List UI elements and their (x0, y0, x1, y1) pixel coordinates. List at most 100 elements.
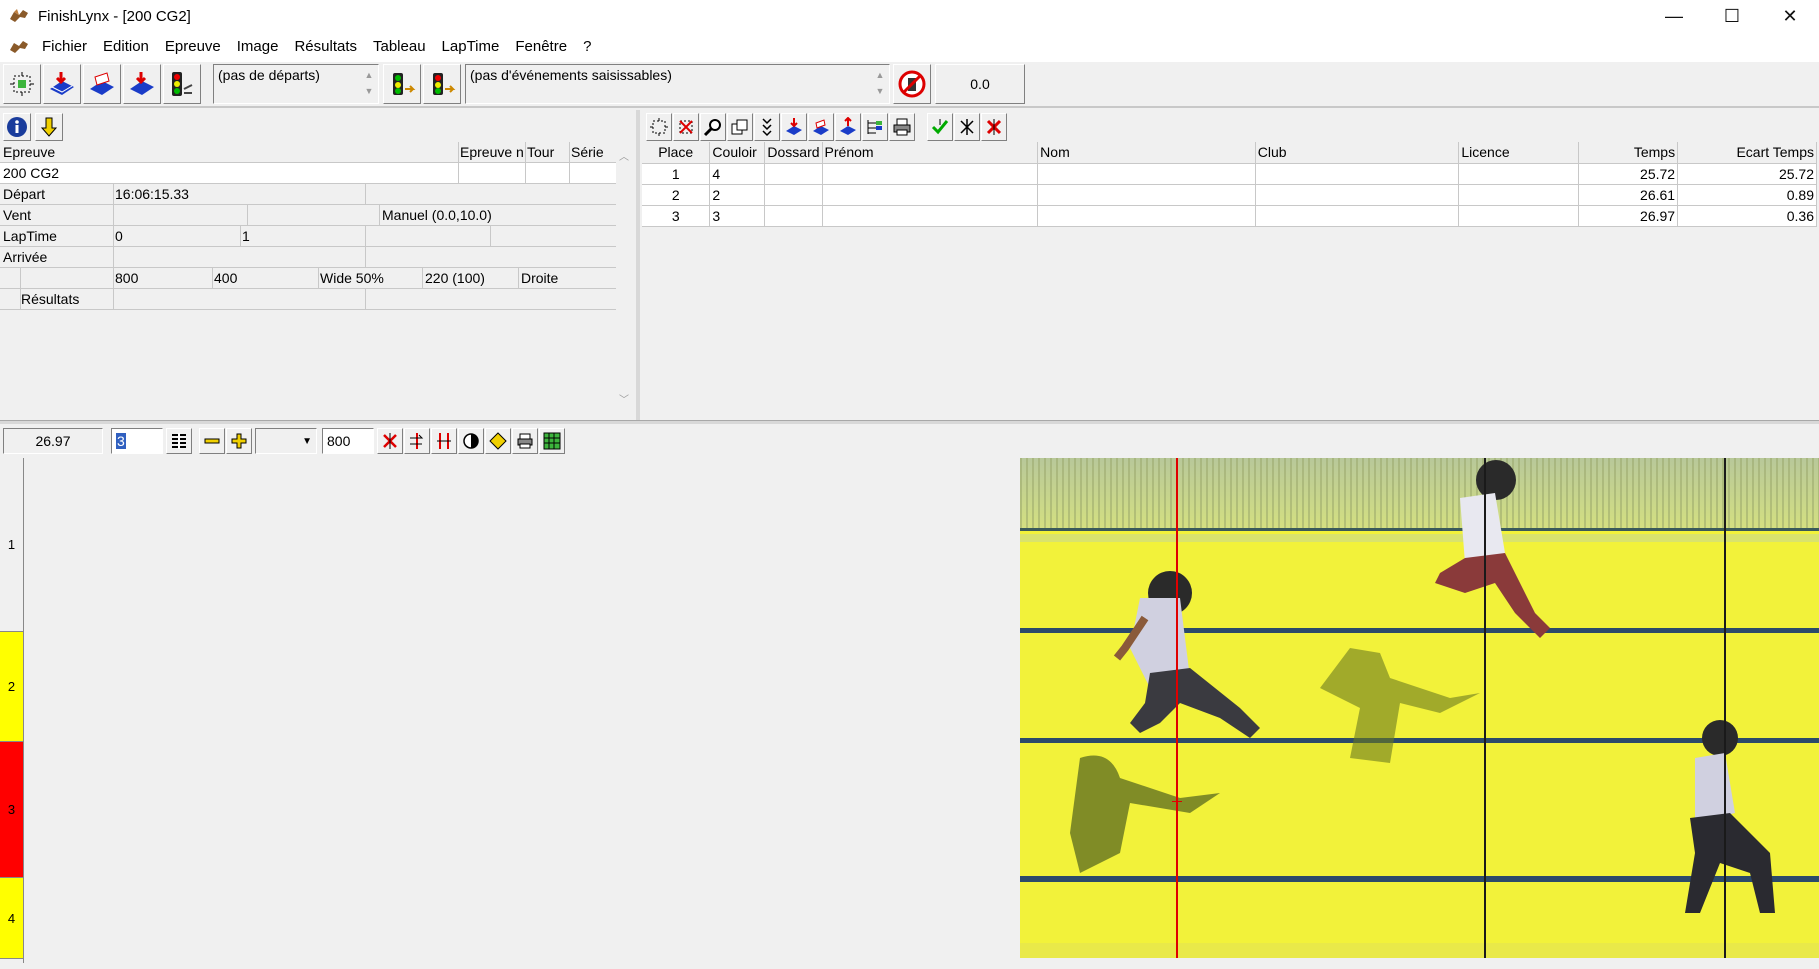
cell-dossard[interactable] (764, 184, 823, 206)
grid-button[interactable] (539, 428, 565, 454)
cell-temps[interactable]: 25.72 (1578, 163, 1679, 185)
cell-ecart[interactable]: 0.89 (1677, 184, 1817, 206)
manual-start-button[interactable] (423, 64, 461, 104)
lane-1[interactable]: 1 (0, 458, 23, 632)
menu-epreuve[interactable]: Epreuve (159, 32, 231, 62)
scroll-up-icon[interactable]: ︿ (616, 148, 632, 163)
cell-licence[interactable] (1458, 205, 1580, 227)
col-prenom[interactable]: Prénom (822, 142, 1039, 164)
capture-button[interactable] (3, 64, 41, 104)
zoom-in-button[interactable] (226, 428, 252, 454)
image-view[interactable] (24, 458, 1819, 963)
table-row[interactable]: 3 3 26.97 0.36 (642, 205, 1817, 227)
contrast-button[interactable] (458, 428, 484, 454)
copy-button[interactable] (727, 113, 753, 141)
cell-place[interactable]: 3 (642, 205, 711, 227)
print-image-button[interactable] (512, 428, 538, 454)
capture-results-button[interactable] (646, 113, 672, 141)
save-event-button[interactable] (123, 64, 161, 104)
cell-prenom[interactable] (822, 184, 1039, 206)
accept-button[interactable] (927, 113, 953, 141)
cell-temps[interactable]: 26.61 (1578, 184, 1679, 206)
arm-start-button[interactable] (383, 64, 421, 104)
menu-tableau[interactable]: Tableau (367, 32, 436, 62)
cell-couloir[interactable]: 4 (709, 163, 766, 185)
minimize-button[interactable]: — (1645, 0, 1703, 32)
zoom-button[interactable] (700, 113, 726, 141)
edit-event-button[interactable] (83, 64, 121, 104)
photo-finish-image[interactable] (1020, 458, 1819, 958)
cell-ecart[interactable]: 0.36 (1677, 205, 1817, 227)
menu-resultats[interactable]: Résultats (288, 32, 367, 62)
table-row[interactable]: 1 4 25.72 25.72 (642, 163, 1817, 185)
lane-3[interactable]: 3 (0, 742, 23, 878)
cell-club[interactable] (1255, 184, 1460, 206)
col-dossard[interactable]: Dossard (764, 142, 823, 164)
dropdown-arrow-icon[interactable]: ▼ (302, 436, 312, 447)
col-temps[interactable]: Temps (1578, 142, 1679, 164)
info-button[interactable] (3, 113, 31, 141)
lane-input-value[interactable]: 3 (116, 433, 126, 449)
col-ecart-temps[interactable]: Ecart Temps (1677, 142, 1817, 164)
cell-prenom[interactable] (822, 205, 1039, 227)
lane-list-button[interactable] (166, 428, 192, 454)
pane-splitter[interactable] (0, 420, 1819, 424)
menu-image[interactable]: Image (231, 32, 289, 62)
cell-licence[interactable] (1458, 163, 1580, 185)
close-button[interactable]: ✕ (1761, 0, 1819, 32)
menu-edition[interactable]: Edition (97, 32, 159, 62)
align-button[interactable] (404, 428, 430, 454)
lane-input[interactable]: 3 (111, 428, 163, 454)
clear-capture-button[interactable] (673, 113, 699, 141)
menu-help[interactable]: ? (577, 32, 601, 62)
split-button[interactable] (954, 113, 980, 141)
cell-couloir[interactable]: 2 (709, 184, 766, 206)
cell-club[interactable] (1255, 163, 1460, 185)
starts-list[interactable]: (pas de départs) ▲ ▼ (213, 64, 379, 104)
menu-laptime[interactable]: LapTime (436, 32, 510, 62)
clear-cursor-button[interactable] (377, 428, 403, 454)
start-sensor-button[interactable] (163, 64, 201, 104)
zoom-dropdown[interactable]: ▼ (255, 428, 317, 454)
menu-fichier[interactable]: Fichier (36, 32, 97, 62)
col-couloir[interactable]: Couloir (709, 142, 766, 164)
sort-button[interactable] (754, 113, 780, 141)
cell-nom[interactable] (1037, 205, 1256, 227)
cell-place[interactable]: 1 (642, 163, 711, 185)
cell-place[interactable]: 2 (642, 184, 711, 206)
table-row[interactable]: 2 2 26.61 0.89 (642, 184, 1817, 206)
cell-nom[interactable] (1037, 184, 1256, 206)
cell-temps[interactable]: 26.97 (1578, 205, 1679, 227)
import-button[interactable] (35, 113, 63, 141)
print-results-button[interactable] (889, 113, 915, 141)
cell-licence[interactable] (1458, 184, 1580, 206)
edit-results-button[interactable] (808, 113, 834, 141)
lane-4[interactable]: 4 (0, 878, 23, 959)
open-event-button[interactable] (43, 64, 81, 104)
delete-button[interactable] (981, 113, 1007, 141)
layout-button[interactable] (862, 113, 888, 141)
info-scrollbar[interactable]: ︿ ﹀ (616, 144, 632, 416)
col-club[interactable]: Club (1255, 142, 1460, 164)
cell-couloir[interactable]: 3 (709, 205, 766, 227)
event-name-row[interactable]: 200 CG2 (0, 163, 616, 184)
maximize-button[interactable]: ☐ (1703, 0, 1761, 32)
cell-prenom[interactable] (822, 163, 1039, 185)
cell-ecart[interactable]: 25.72 (1677, 163, 1817, 185)
cell-dossard[interactable] (764, 205, 823, 227)
starts-list-scroll[interactable]: ▲ ▼ (362, 67, 376, 99)
import-results-button[interactable] (781, 113, 807, 141)
event-name-value[interactable]: 200 CG2 (3, 165, 59, 181)
split-cursor-button[interactable] (431, 428, 457, 454)
document-icon[interactable] (8, 38, 30, 56)
brightness-button[interactable] (485, 428, 511, 454)
menu-fenetre[interactable]: Fenêtre (509, 32, 577, 62)
zoom-out-button[interactable] (199, 428, 225, 454)
col-place[interactable]: Place (642, 142, 711, 164)
cell-dossard[interactable] (764, 163, 823, 185)
col-nom[interactable]: Nom (1037, 142, 1256, 164)
col-licence[interactable]: Licence (1458, 142, 1580, 164)
export-results-button[interactable] (835, 113, 861, 141)
lane-2[interactable]: 2 (0, 632, 23, 742)
density-field[interactable]: 800 (322, 428, 374, 454)
